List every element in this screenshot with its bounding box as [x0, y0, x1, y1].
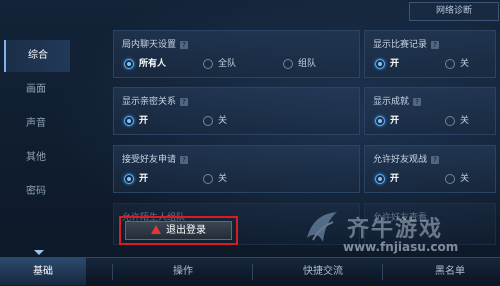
radio-selected-icon: [375, 58, 385, 69]
bottom-tab-bar: 基础 操作 快捷交流 黑名单: [0, 257, 500, 285]
intimacy-title: 显示亲密关系?: [122, 94, 189, 107]
radio-icon: [203, 58, 213, 69]
intimacy-panel: 显示亲密关系? 开 关: [113, 87, 360, 135]
tab-divider: [252, 264, 253, 280]
logout-button[interactable]: 退出登录: [125, 221, 232, 240]
friend-watch-title: 允许好友观战?: [373, 152, 440, 165]
friend-request-option-off[interactable]: 关: [203, 171, 227, 184]
tab-quick-chat[interactable]: 快捷交流: [280, 258, 366, 285]
radio-selected-icon: [375, 115, 385, 126]
score-option-on[interactable]: 开: [375, 56, 399, 69]
sidebar-item-general[interactable]: 综合: [4, 40, 70, 72]
friend-watch-option-on[interactable]: 开: [375, 171, 399, 184]
score-record-title: 显示比赛记录?: [373, 37, 440, 50]
radio-icon: [445, 58, 455, 69]
chat-setting-title: 局内聊天设置?: [122, 37, 189, 50]
chat-option-all[interactable]: 所有人: [124, 56, 166, 69]
score-option-off[interactable]: 关: [445, 56, 469, 69]
logout-highlight-frame: 退出登录: [119, 216, 238, 245]
tab-divider: [382, 264, 383, 280]
achievement-option-on[interactable]: 开: [375, 113, 399, 126]
help-icon[interactable]: ?: [180, 97, 189, 106]
friend-watch-option-off[interactable]: 关: [445, 171, 469, 184]
tab-blacklist[interactable]: 黑名单: [400, 258, 500, 285]
sidebar-item-other[interactable]: 其他: [4, 142, 68, 174]
achievement-title: 显示成就?: [373, 94, 422, 107]
intimacy-option-on[interactable]: 开: [124, 113, 148, 126]
sidebar-item-sound[interactable]: 声音: [4, 108, 68, 140]
radio-selected-icon: [124, 58, 134, 69]
radio-icon: [283, 58, 293, 69]
network-diagnosis-button[interactable]: 网络诊断: [409, 2, 499, 21]
score-record-panel: 显示比赛记录? 开 关: [364, 30, 496, 78]
tab-basic[interactable]: 基础: [0, 258, 86, 285]
friend-request-title: 接受好友申请?: [122, 152, 189, 165]
intimacy-option-off[interactable]: 关: [203, 113, 227, 126]
help-icon[interactable]: ?: [413, 97, 422, 106]
watermark-title: 齐牛游戏: [347, 217, 444, 242]
help-icon[interactable]: ?: [431, 40, 440, 49]
friend-watch-panel: 允许好友观战? 开 关: [364, 145, 496, 193]
tab-divider: [112, 264, 113, 280]
radio-selected-icon: [375, 173, 385, 184]
sidebar-item-password[interactable]: 密码: [4, 176, 68, 208]
warning-icon: [151, 225, 161, 234]
chat-setting-panel: 局内聊天设置? 所有人 全队 组队: [113, 30, 360, 78]
tab-operation[interactable]: 操作: [140, 258, 226, 285]
radio-icon: [203, 173, 213, 184]
chat-option-team[interactable]: 全队: [203, 56, 236, 69]
achievement-panel: 显示成就? 开 关: [364, 87, 496, 135]
help-icon[interactable]: ?: [180, 40, 189, 49]
radio-selected-icon: [124, 173, 134, 184]
watermark-url: www.fnjiasu.com: [343, 240, 459, 254]
watermark-logo: [307, 212, 337, 242]
chat-option-party[interactable]: 组队: [283, 56, 316, 69]
active-tab-indicator-icon: [34, 250, 44, 255]
radio-icon: [203, 115, 213, 126]
sidebar-item-graphics[interactable]: 画面: [4, 74, 68, 106]
friend-request-option-on[interactable]: 开: [124, 171, 148, 184]
achievement-option-off[interactable]: 关: [445, 113, 469, 126]
friend-request-panel: 接受好友申请? 开 关: [113, 145, 360, 193]
radio-icon: [445, 115, 455, 126]
radio-icon: [445, 173, 455, 184]
radio-selected-icon: [124, 115, 134, 126]
help-icon[interactable]: ?: [180, 155, 189, 164]
help-icon[interactable]: ?: [431, 155, 440, 164]
settings-sidebar: 综合 画面 声音 其他 密码: [0, 36, 72, 256]
